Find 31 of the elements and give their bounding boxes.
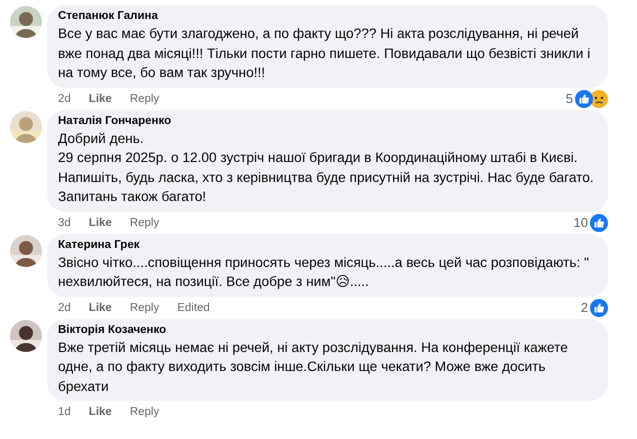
comment-text: 29 серпня 2025р. о 12.00 зустріч нашої бригади в Координаційному штабі в Києві. (58, 149, 578, 167)
like-icon (590, 298, 608, 316)
author-name[interactable]: Вікторія Козаченко (58, 322, 166, 338)
comment-text: Вже третій місяць немає ні речей, ні акту розслідування. На конференції кажете одне, а по факту виходить зовсім інше.Скільки ще чекати? Може вже досить брехати (58, 338, 569, 396)
reaction-count[interactable]: 2 (580, 300, 588, 315)
comment-text: Запитань також багато! (58, 188, 206, 206)
comment-time[interactable]: 1d (58, 406, 71, 418)
author-name[interactable]: Степанюк Галина (58, 9, 158, 24)
comment-text: Все у вас має бути злагоджено, а по факту що??? Ні акта розслідування, ні речей вже понад два місяці!!! Тільки пости гарно пишете. Повидавали що безвісті зникли і на тому все, бо вам так зручно!!! (58, 25, 592, 82)
comment-time[interactable]: 3d (58, 216, 71, 228)
like-button[interactable]: Like (88, 216, 112, 228)
comment-text: Напишіть, будь ласка, хто з керівництва буде присутній на зустрічі. Нас буде багато. (58, 168, 594, 187)
reply-button[interactable]: Reply (130, 406, 160, 418)
author-name[interactable]: Наталія Гончаренко (58, 114, 172, 128)
reply-button[interactable]: Reply (130, 302, 160, 314)
reply-button[interactable]: Reply (130, 216, 160, 228)
reaction-count[interactable]: 5 (566, 91, 573, 106)
like-icon (575, 90, 593, 108)
like-icon (590, 214, 608, 232)
comment-text: Добрий день. (58, 130, 144, 148)
reply-button[interactable]: Reply (130, 92, 160, 104)
sad-face-icon (590, 90, 608, 108)
edited-label[interactable]: Edited (177, 302, 210, 314)
comment-text: Звісно чітко....сповіщення приносять через місяць.....а весь цей час розповідають: " нехвилюйтеся, на позиції. Все добре з ним"😥..... (58, 254, 590, 291)
reaction-count[interactable]: 10 (574, 215, 588, 230)
author-name[interactable]: Катерина Грек (58, 238, 140, 252)
comment-time[interactable]: 2d (58, 302, 71, 314)
comment-time[interactable]: 2d (58, 92, 71, 104)
like-button[interactable]: Like (88, 92, 112, 104)
like-button[interactable]: Like (88, 406, 112, 418)
like-button[interactable]: Like (88, 302, 112, 314)
